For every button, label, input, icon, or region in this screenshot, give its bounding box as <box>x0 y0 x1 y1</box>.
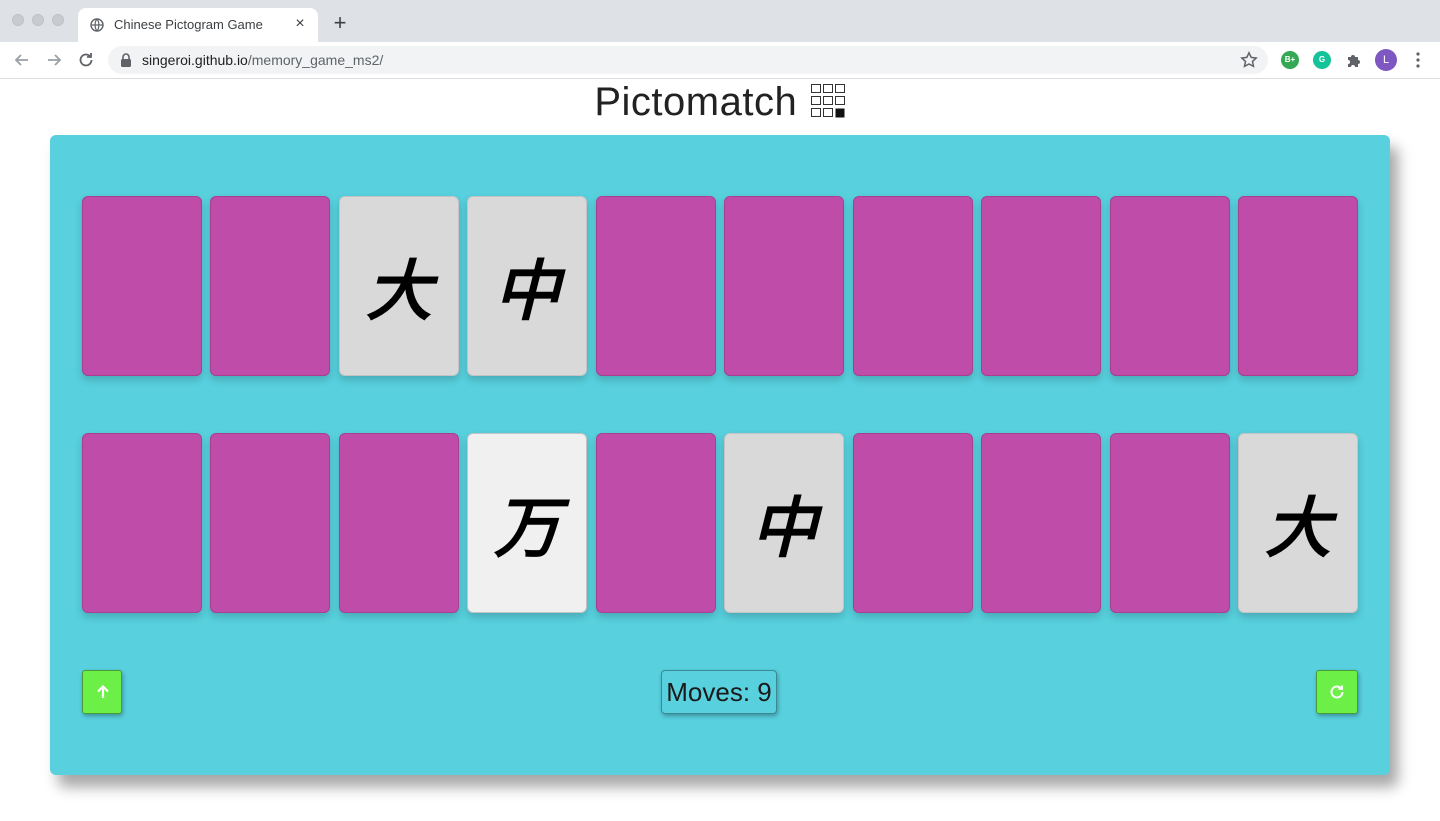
reload-icon[interactable] <box>76 50 96 70</box>
card-face-down[interactable] <box>596 196 716 376</box>
address-bar[interactable]: singeroi.github.io/memory_game_ms2/ <box>108 46 1268 74</box>
back-arrow-icon[interactable] <box>12 50 32 70</box>
grid-logo-icon <box>810 83 845 117</box>
profile-avatar[interactable]: L <box>1375 49 1397 71</box>
tab-close-icon[interactable]: × <box>292 16 308 32</box>
card-face-down[interactable] <box>853 433 973 613</box>
window-minimize-dot[interactable] <box>32 14 44 26</box>
card-face-up[interactable]: 中 <box>724 433 844 613</box>
card-glyph: 大 <box>366 253 432 330</box>
forward-arrow-icon[interactable] <box>44 50 64 70</box>
new-tab-icon[interactable]: + <box>330 12 350 34</box>
card-face-down[interactable] <box>210 196 330 376</box>
grammarly-extension-icon[interactable]: G <box>1313 51 1331 69</box>
url-host: singeroi.github.io <box>142 52 248 68</box>
page-header: Pictomatch <box>0 80 1440 125</box>
browser-tab[interactable]: Chinese Pictogram Game × <box>78 8 318 42</box>
window-close-dot[interactable] <box>12 14 24 26</box>
card-face-up[interactable]: 大 <box>339 196 459 376</box>
moves-counter: Moves: 9 <box>661 670 777 714</box>
url-text: singeroi.github.io/memory_game_ms2/ <box>142 52 383 68</box>
card-face-up[interactable]: 万 <box>467 433 587 613</box>
card-face-down[interactable] <box>981 196 1101 376</box>
tab-title: Chinese Pictogram Game <box>114 17 263 32</box>
bplus-extension-icon[interactable]: B+ <box>1281 51 1299 69</box>
scroll-up-button[interactable] <box>82 670 122 714</box>
lock-icon <box>121 53 131 67</box>
page-title: Pictomatch <box>594 80 798 124</box>
restart-icon <box>1330 685 1344 699</box>
card-face-down[interactable] <box>82 433 202 613</box>
kebab-menu-icon[interactable] <box>1410 51 1426 69</box>
card-glyph: 大 <box>1265 490 1331 567</box>
card-face-down[interactable] <box>1238 196 1358 376</box>
card-face-down[interactable] <box>981 433 1101 613</box>
browser-toolbar: singeroi.github.io/memory_game_ms2/ B+ G… <box>0 42 1440 79</box>
globe-icon <box>90 18 104 32</box>
card-face-down[interactable] <box>339 433 459 613</box>
url-path: /memory_game_ms2/ <box>247 52 384 68</box>
card-face-up[interactable]: 大 <box>1238 433 1358 613</box>
bookmark-star-icon[interactable] <box>1240 51 1258 69</box>
card-face-down[interactable] <box>1110 196 1230 376</box>
card-face-down[interactable] <box>853 196 973 376</box>
card-face-down[interactable] <box>724 196 844 376</box>
window-zoom-dot[interactable] <box>52 14 64 26</box>
card-face-down[interactable] <box>596 433 716 613</box>
card-face-down[interactable] <box>1110 433 1230 613</box>
arrow-up-icon <box>97 684 109 698</box>
card-face-down[interactable] <box>210 433 330 613</box>
card-glyph: 中 <box>494 253 560 330</box>
card-face-up[interactable]: 中 <box>467 196 587 376</box>
card-glyph: 万 <box>494 490 560 567</box>
puzzle-extensions-icon[interactable] <box>1345 51 1363 69</box>
browser-tab-strip: Chinese Pictogram Game × + <box>0 0 1440 42</box>
card-face-down[interactable] <box>82 196 202 376</box>
restart-button[interactable] <box>1316 670 1358 714</box>
card-glyph: 中 <box>751 490 817 567</box>
